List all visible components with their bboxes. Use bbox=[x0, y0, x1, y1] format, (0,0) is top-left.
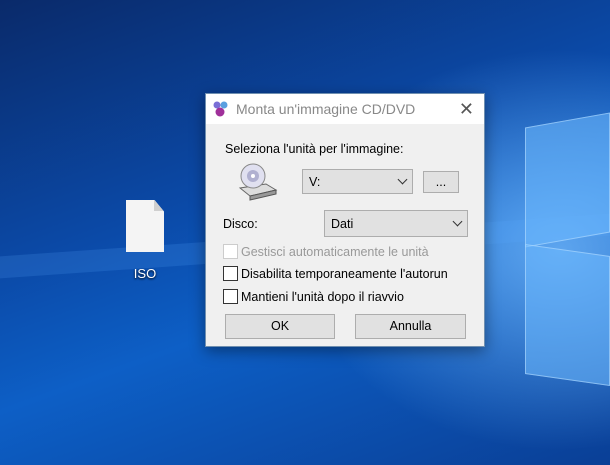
select-drive-label: Seleziona l'unità per l'immagine: bbox=[225, 142, 404, 156]
desktop-icon-iso[interactable]: ISO bbox=[118, 200, 172, 281]
auto-manage-checkbox[interactable] bbox=[223, 244, 238, 259]
disc-type-select[interactable]: Dati bbox=[324, 210, 468, 237]
app-icon bbox=[213, 101, 228, 117]
file-icon bbox=[126, 200, 164, 252]
drive-select-value: V: bbox=[309, 175, 321, 189]
auto-manage-label: Gestisci automaticamente le unità bbox=[241, 245, 429, 259]
wallpaper-window-pane bbox=[525, 112, 610, 248]
desktop-icon-label: ISO bbox=[133, 266, 157, 281]
close-icon[interactable]: ✕ bbox=[459, 99, 474, 120]
keep-drive-label: Mantieni l'unità dopo il riavvio bbox=[241, 290, 404, 304]
browse-button[interactable]: ... bbox=[423, 171, 459, 193]
ok-button[interactable]: OK bbox=[225, 314, 335, 339]
disc-label: Disco: bbox=[223, 217, 258, 231]
dialog-title: Monta un'immagine CD/DVD bbox=[236, 101, 416, 117]
chevron-down-icon bbox=[397, 174, 408, 185]
mount-image-dialog: Monta un'immagine CD/DVD ✕ Seleziona l'u… bbox=[205, 93, 485, 347]
drive-select[interactable]: V: bbox=[302, 169, 413, 194]
chevron-down-icon bbox=[452, 216, 463, 227]
keep-drive-checkbox[interactable] bbox=[223, 289, 238, 304]
disable-autorun-label: Disabilita temporaneamente l'autorun bbox=[241, 267, 448, 281]
title-bar[interactable]: Monta un'immagine CD/DVD ✕ bbox=[206, 94, 484, 124]
optical-drive-icon bbox=[238, 163, 278, 201]
wallpaper-window-pane bbox=[525, 244, 610, 386]
disable-autorun-checkbox[interactable] bbox=[223, 266, 238, 281]
disc-type-value: Dati bbox=[331, 217, 354, 231]
cancel-button[interactable]: Annulla bbox=[355, 314, 466, 339]
